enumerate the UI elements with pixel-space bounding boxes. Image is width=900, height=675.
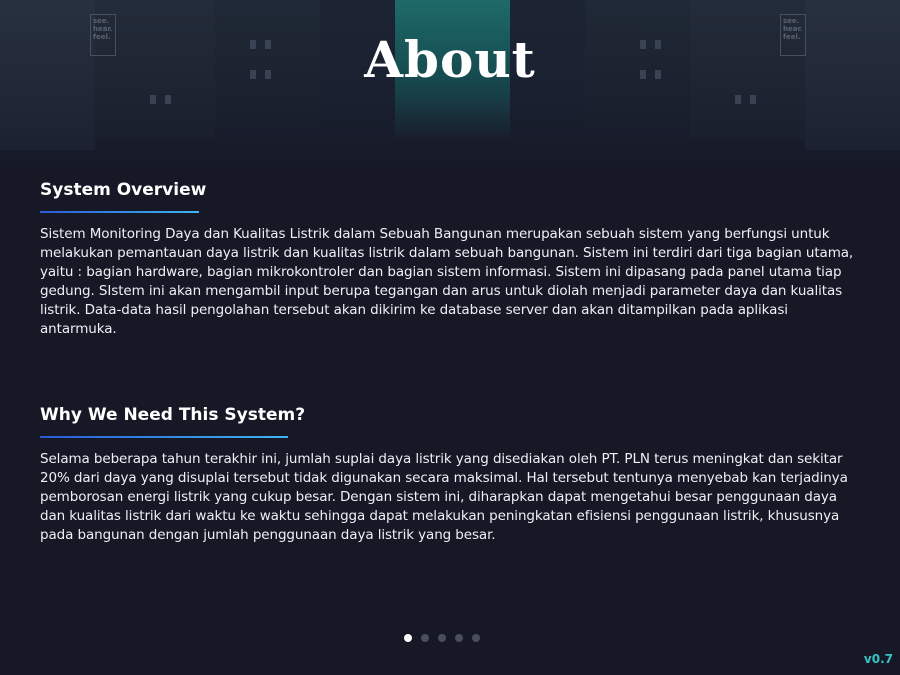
pagination-dot-3[interactable]: [438, 634, 446, 642]
window: [750, 95, 756, 104]
window: [150, 95, 156, 104]
section-heading: Why We Need This System?: [40, 405, 306, 425]
pagination-dot-1[interactable]: [404, 634, 412, 642]
section-heading: System Overview: [40, 180, 207, 200]
window: [735, 95, 741, 104]
heading-underline: [40, 436, 288, 438]
section-body: Sistem Monitoring Daya dan Kualitas List…: [40, 226, 854, 337]
pagination-dot-5[interactable]: [472, 634, 480, 642]
version-label: v0.7: [863, 652, 893, 666]
heading-underline: [40, 211, 199, 213]
hero-banner: see. hear. feel. see. hear. feel. About: [0, 0, 900, 175]
section-why-need: Why We Need This System? Selama beberapa…: [40, 405, 865, 545]
pagination-dots: [404, 634, 480, 642]
section-body: Selama beberapa tahun terakhir ini, juml…: [40, 451, 848, 543]
window: [165, 95, 171, 104]
pagination-dot-2[interactable]: [421, 634, 429, 642]
section-system-overview: System Overview Sistem Monitoring Daya d…: [40, 180, 865, 339]
pagination-dot-4[interactable]: [455, 634, 463, 642]
page-title: About: [364, 30, 536, 89]
